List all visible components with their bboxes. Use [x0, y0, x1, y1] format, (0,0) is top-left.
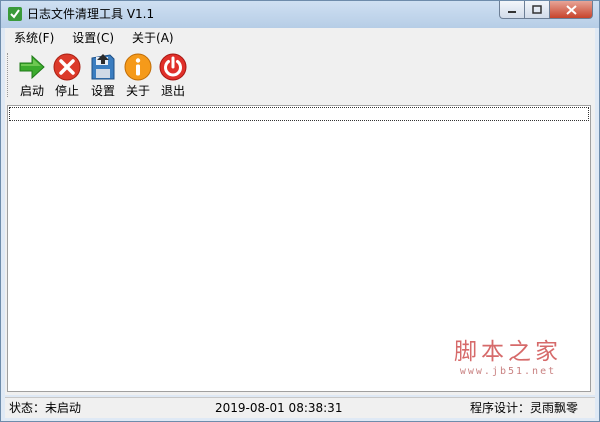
start-label: 启动	[19, 84, 44, 98]
list-focus-row[interactable]	[9, 107, 589, 121]
arrow-right-icon	[19, 54, 45, 80]
about-button[interactable]: 关于	[121, 52, 155, 100]
start-button[interactable]: 启动	[15, 52, 49, 100]
main-content: 脚本之家 www.jb51.net	[5, 104, 595, 395]
exit-button[interactable]: 退出	[156, 52, 190, 100]
menu-about[interactable]: 关于(A)	[123, 28, 183, 49]
stop-button[interactable]: 停止	[50, 52, 84, 100]
menu-bar: 系统(F) 设置(C) 关于(A)	[5, 28, 595, 49]
settings-button[interactable]: 设置	[86, 52, 120, 100]
menu-system[interactable]: 系统(F)	[5, 28, 63, 49]
maximize-icon	[532, 5, 542, 14]
info-icon	[124, 53, 152, 81]
stop-label: 停止	[54, 84, 79, 98]
menu-settings[interactable]: 设置(C)	[63, 28, 123, 49]
status-author: 程序设计：灵雨飘零	[470, 401, 579, 415]
exit-label: 退出	[160, 84, 185, 98]
watermark-url: www.jb51.net	[459, 366, 557, 377]
close-icon	[565, 4, 577, 15]
window-title: 日志文件清理工具 V1.1	[27, 7, 155, 21]
status-state: 状态：未启动	[9, 401, 82, 415]
app-window: 日志文件清理工具 V1.1 系统(F) 设置(C) 关于(A) 启动 停止 设置…	[0, 0, 600, 422]
title-bar[interactable]: 日志文件清理工具 V1.1	[1, 1, 599, 28]
stop-icon	[53, 53, 81, 81]
status-bar: 状态：未启动 2019-08-01 08:38:31 程序设计：灵雨飘零	[5, 397, 595, 418]
power-icon	[159, 53, 187, 81]
maximize-button[interactable]	[525, 1, 550, 19]
minimize-button[interactable]	[499, 1, 525, 19]
close-button[interactable]	[550, 1, 593, 19]
status-datetime: 2019-08-01 08:38:31	[215, 401, 343, 415]
toolbar-grip[interactable]	[7, 53, 11, 97]
watermark-logo: 脚本之家	[454, 339, 562, 365]
minimize-icon	[508, 10, 516, 13]
settings-label: 设置	[90, 84, 115, 98]
watermark: 脚本之家 www.jb51.net	[438, 339, 578, 379]
floppy-disk-icon	[91, 54, 115, 80]
log-list[interactable]: 脚本之家 www.jb51.net	[7, 105, 591, 392]
toolbar: 启动 停止 设置 关于 退出	[5, 49, 595, 101]
app-icon	[8, 7, 22, 21]
about-label: 关于	[125, 84, 150, 98]
